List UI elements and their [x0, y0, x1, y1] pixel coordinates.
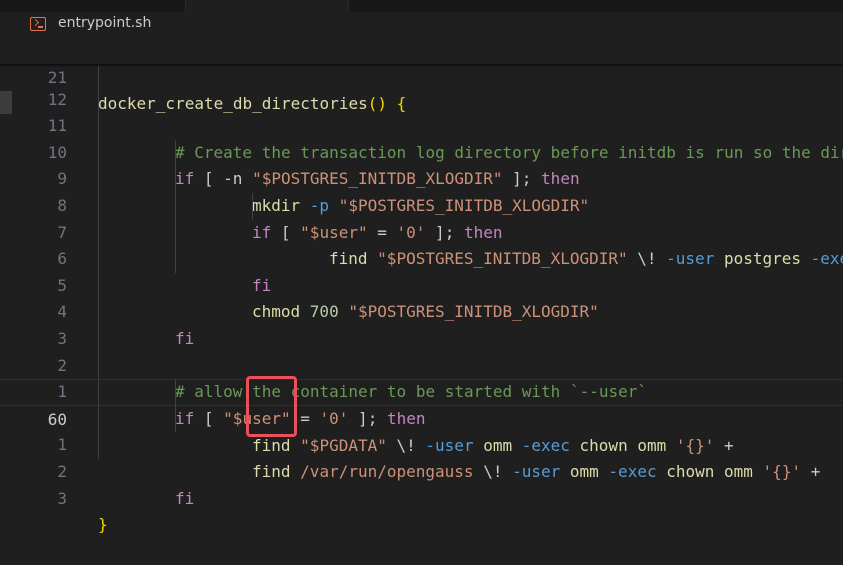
- code-line[interactable]: 7 find "$POSTGRES_INITDB_XLOGDIR" \! -us…: [0, 193, 843, 269]
- opening-brace: {: [396, 94, 407, 114]
- sticky-scroll-line[interactable]: 21 docker_create_db_directories() {: [0, 38, 843, 113]
- closing-brace: }: [98, 515, 108, 535]
- code-line[interactable]: 2 fi: [0, 432, 843, 508]
- code-editor[interactable]: 12 11 # Create the transaction log direc…: [0, 38, 843, 535]
- keyword: fi: [175, 488, 195, 508]
- tab-bar: [0, 0, 843, 12]
- code-line[interactable]: 4 fi: [0, 273, 843, 348]
- code-line[interactable]: 1 if [ "$user" = '0' ]; then: [0, 353, 843, 428]
- code-line[interactable]: 5 chmod 700 "$POSTGRES_INITDB_XLOGDIR": [0, 246, 843, 322]
- indent-guide: [252, 193, 253, 220]
- code-line[interactable]: 9 mkdir -p "$POSTGRES_INITDB_XLOGDIR": [0, 140, 843, 215]
- code-line[interactable]: 2 # allow the container to be started wi…: [0, 326, 843, 402]
- annotation-highlight-box: [246, 376, 297, 437]
- parens: (): [367, 94, 387, 114]
- sticky-shadow: [0, 64, 843, 67]
- line-number: 3: [57, 488, 67, 508]
- code-line[interactable]: 3 }: [0, 459, 843, 535]
- code-line[interactable]: 8 if [ "$user" = '0' ]; then: [0, 166, 843, 242]
- code-content: docker_create_db_directories() {: [98, 91, 406, 118]
- current-line[interactable]: 60 find "$PGDATA" \! -user omm -exec cho…: [0, 379, 843, 455]
- indent-guide: [175, 139, 176, 273]
- code-line[interactable]: 6 fi: [0, 220, 843, 295]
- code-line[interactable]: 3: [0, 299, 843, 348]
- indent-guide: [175, 379, 176, 433]
- line-number: 21: [47, 67, 67, 87]
- function-name: docker_create_db_directories: [98, 94, 368, 114]
- code-line[interactable]: 1 find /var/run/opengauss \! -user omm -…: [0, 406, 843, 481]
- indent-guide: [98, 60, 99, 459]
- terminal-file-icon: [30, 17, 46, 31]
- tab-active[interactable]: [185, 0, 349, 12]
- breadcrumb-file-name[interactable]: entrypoint.sh: [58, 15, 151, 31]
